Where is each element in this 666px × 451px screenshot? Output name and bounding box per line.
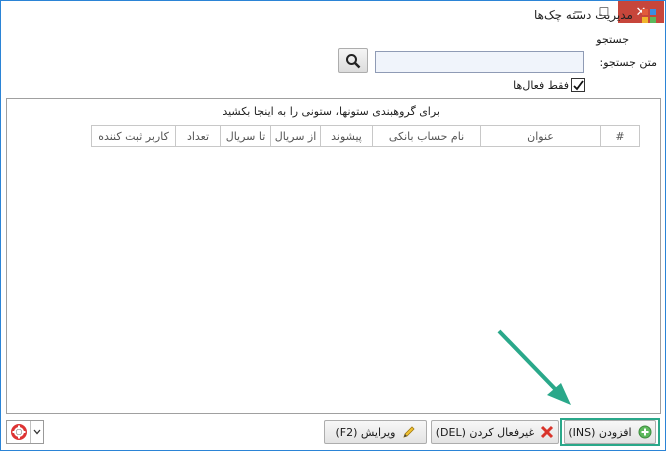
deactivate-button[interactable]: (DEL) غیرفعال کردن xyxy=(431,420,559,444)
column-header-index[interactable]: # xyxy=(600,125,640,147)
window-title: مدیریت دسته چک‌ها xyxy=(533,8,633,22)
search-text-label: متن جستجو: xyxy=(599,56,657,69)
only-active-label: فقط فعال‌ها xyxy=(513,79,569,92)
deactivate-button-label: (DEL) غیرفعال کردن xyxy=(435,425,535,439)
add-button-label: (INS) افزودن xyxy=(568,425,632,439)
annotation-arrow xyxy=(497,329,571,405)
app-icon xyxy=(642,9,656,23)
column-header-to-serial[interactable]: تا سریال xyxy=(220,125,270,147)
bottom-toolbar: (INS) افزودن (DEL) غیرفعال کردن (F2) ویر… xyxy=(6,418,661,446)
pencil-icon xyxy=(402,426,415,438)
checkmark-icon xyxy=(572,79,584,90)
lifebuoy-icon xyxy=(7,421,30,443)
group-by-hint: برای گروهبندی ستونها، ستونی را به اینجا … xyxy=(222,105,440,118)
column-header-title[interactable]: عنوان xyxy=(480,125,600,147)
edit-button-label: (F2) ویرایش xyxy=(335,425,396,439)
search-section-label: جستجو xyxy=(596,33,629,46)
help-dropdown[interactable] xyxy=(6,420,44,444)
only-active-checkbox[interactable] xyxy=(571,78,585,92)
magnifier-icon xyxy=(346,53,361,68)
grid-header-row: # عنوان نام حساب بانکی پیشوند از سریال ت… xyxy=(91,125,640,147)
window-frame: ─ ☐ ✕ مدیریت دسته چک‌ها جستجو متن جستجو:… xyxy=(0,0,666,451)
add-button[interactable]: (INS) افزودن xyxy=(564,420,656,444)
column-header-count[interactable]: تعداد xyxy=(175,125,220,147)
edit-button[interactable]: (F2) ویرایش xyxy=(324,420,427,444)
column-header-registering-user[interactable]: کاربر ثبت کننده xyxy=(91,125,175,147)
chevron-down-icon[interactable] xyxy=(30,421,43,443)
plus-circle-icon xyxy=(638,425,652,439)
search-button[interactable] xyxy=(338,48,368,73)
title-bar: ─ ☐ ✕ مدیریت دسته چک‌ها xyxy=(1,1,665,31)
column-header-bank-account[interactable]: نام حساب بانکی xyxy=(372,125,480,147)
column-header-prefix[interactable]: پیشوند xyxy=(320,125,372,147)
search-input[interactable] xyxy=(375,51,584,73)
red-x-icon xyxy=(541,425,554,439)
column-header-from-serial[interactable]: از سریال xyxy=(270,125,320,147)
